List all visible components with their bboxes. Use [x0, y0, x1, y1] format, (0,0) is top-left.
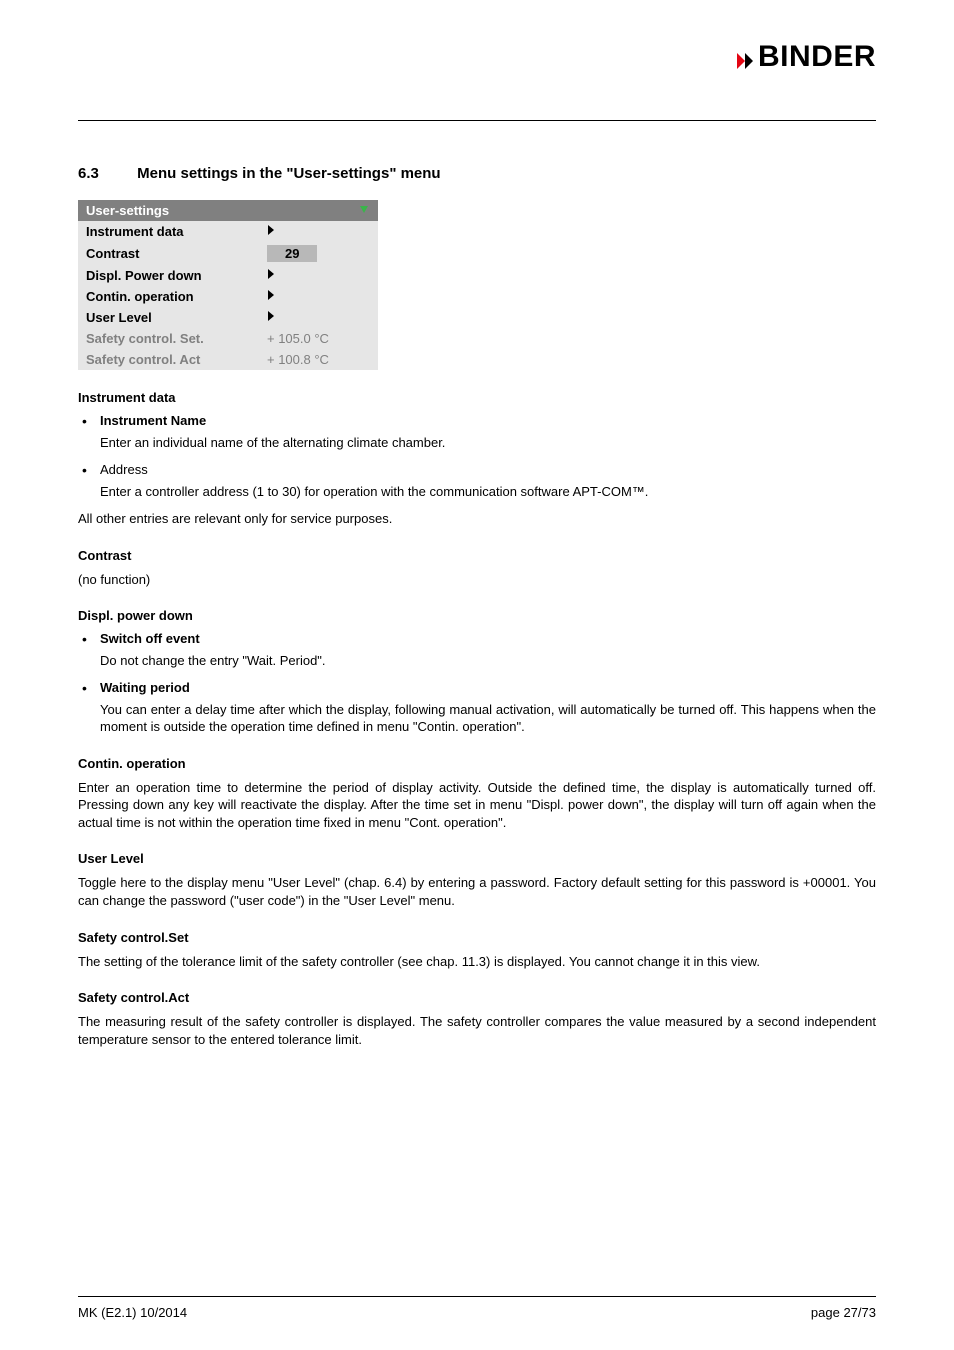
footer: MK (E2.1) 10/2014 page 27/73 — [78, 1305, 876, 1320]
section-number: 6.3 — [78, 165, 133, 182]
bullet-text: Enter an individual name of the alternat… — [100, 434, 876, 452]
section-heading: 6.3 Menu settings in the "User-settings"… — [78, 165, 876, 182]
bullet-text: Do not change the entry "Wait. Period". — [100, 652, 876, 670]
bullet-switch-off-event: Switch off event Do not change the entry… — [78, 631, 876, 670]
safety-control-act-block: Safety control.Act The measuring result … — [78, 990, 876, 1048]
contrast-text: (no function) — [78, 571, 876, 589]
contin-operation-block: Contin. operation Enter an operation tim… — [78, 756, 876, 832]
logo-text: BINDER — [758, 40, 876, 73]
sc-set-text: The setting of the tolerance limit of th… — [78, 953, 876, 971]
contin-op-text: Enter an operation time to determine the… — [78, 779, 876, 832]
menu-row-value — [259, 286, 378, 307]
bullet-text: You can enter a delay time after which t… — [100, 701, 876, 736]
menu-row-value: + 100.8 °C — [259, 349, 378, 370]
chevron-right-icon — [267, 310, 275, 325]
bullet-label: Waiting period — [100, 680, 190, 695]
menu-row-value — [259, 221, 378, 242]
instrument-data-block: Instrument data Instrument Name Enter an… — [78, 390, 876, 528]
sc-act-heading: Safety control.Act — [78, 990, 876, 1005]
sc-set-heading: Safety control.Set — [78, 930, 876, 945]
menu-row-value: 29 — [259, 242, 378, 265]
displ-power-down-block: Displ. power down Switch off event Do no… — [78, 608, 876, 736]
contrast-value: 29 — [267, 245, 317, 262]
menu-row-label: Instrument data — [78, 221, 259, 242]
menu-row-value: + 105.0 °C — [259, 328, 378, 349]
bullet-text: Enter a controller address (1 to 30) for… — [100, 483, 876, 501]
menu-row-label: Safety control. Set. — [78, 328, 259, 349]
bullet-instrument-name: Instrument Name Enter an individual name… — [78, 413, 876, 452]
user-settings-menu: User-settings Instrument dataContrast 29 D… — [78, 200, 378, 370]
down-arrow-icon — [358, 203, 370, 218]
menu-row-label: Safety control. Act — [78, 349, 259, 370]
bullet-label: Switch off event — [100, 631, 200, 646]
footer-left: MK (E2.1) 10/2014 — [78, 1305, 187, 1320]
instrument-data-tail: All other entries are relevant only for … — [78, 510, 876, 528]
user-level-text: Toggle here to the display menu "User Le… — [78, 874, 876, 909]
menu-row-value — [259, 265, 378, 286]
sc-act-text: The measuring result of the safety contr… — [78, 1013, 876, 1048]
contin-op-heading: Contin. operation — [78, 756, 876, 771]
bullet-address: Address Enter a controller address (1 to… — [78, 462, 876, 501]
instrument-data-heading: Instrument data — [78, 390, 876, 405]
logo-icon — [734, 49, 756, 76]
bullet-label: Instrument Name — [100, 413, 206, 428]
user-level-block: User Level Toggle here to the display me… — [78, 851, 876, 909]
bullet-waiting-period: Waiting period You can enter a delay tim… — [78, 680, 876, 736]
divider-bottom — [78, 1296, 876, 1297]
menu-row-label: Contin. operation — [78, 286, 259, 307]
footer-right: page 27/73 — [811, 1305, 876, 1320]
menu-title-cell: User-settings — [78, 200, 378, 221]
safety-control-set-block: Safety control.Set The setting of the to… — [78, 930, 876, 971]
section-title: Menu settings in the "User-settings" men… — [137, 165, 440, 182]
contrast-heading: Contrast — [78, 548, 876, 563]
user-level-heading: User Level — [78, 851, 876, 866]
menu-row-label: Contrast — [78, 242, 259, 265]
chevron-right-icon — [267, 268, 275, 283]
chevron-right-icon — [267, 224, 275, 239]
menu-row-value — [259, 307, 378, 328]
menu-row-label: Displ. Power down — [78, 265, 259, 286]
displ-pd-heading: Displ. power down — [78, 608, 876, 623]
bullet-label: Address — [100, 462, 148, 477]
chevron-right-icon — [267, 289, 275, 304]
menu-row-label: User Level — [78, 307, 259, 328]
menu-title: User-settings — [86, 203, 169, 218]
contrast-block: Contrast (no function) — [78, 548, 876, 589]
logo: BINDER — [734, 40, 876, 76]
